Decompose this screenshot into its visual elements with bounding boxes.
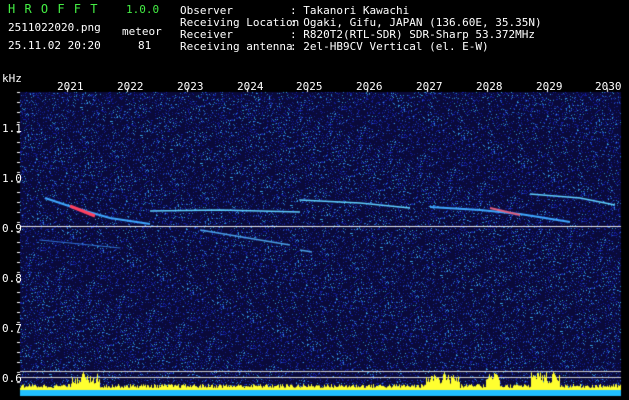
app-version: 1.0.0 xyxy=(126,3,160,16)
app-title: H R O F F T xyxy=(8,2,99,16)
file-name: 2511022020.png xyxy=(8,21,101,34)
y-tick-label: 0.7 xyxy=(2,322,22,335)
x-tick-label: 2023 xyxy=(177,80,204,93)
x-tick-label: 2030 xyxy=(595,80,622,93)
x-tick-label: 2024 xyxy=(237,80,264,93)
y-tick-label: 1.1 xyxy=(2,122,22,135)
meteor-label: meteor xyxy=(122,25,162,38)
x-tick-label: 2021 xyxy=(57,80,84,93)
spectrogram-canvas xyxy=(0,0,629,400)
antenna-value: : 2el-HB9CV Vertical (el. E-W) xyxy=(290,40,489,53)
x-tick-label: 2027 xyxy=(416,80,443,93)
antenna-label: Receiving antenna xyxy=(180,40,293,53)
x-tick-label: 2022 xyxy=(117,80,144,93)
y-tick-label: 0.8 xyxy=(2,272,22,285)
y-tick-label: 1.0 xyxy=(2,172,22,185)
y-tick-label: 0.6 xyxy=(2,372,22,385)
x-tick-label: 2029 xyxy=(536,80,563,93)
x-tick-label: 2026 xyxy=(356,80,383,93)
hroffft-window: H R O F F T 1.0.0 2511022020.png 25.11.0… xyxy=(0,0,629,400)
unit-label: kHz xyxy=(2,72,22,85)
x-tick-label: 2028 xyxy=(476,80,503,93)
timestamp: 25.11.02 20:20 xyxy=(8,39,101,52)
x-tick-label: 2025 xyxy=(296,80,323,93)
y-tick-label: 0.9 xyxy=(2,222,22,235)
meteor-count: 81 xyxy=(138,39,152,52)
